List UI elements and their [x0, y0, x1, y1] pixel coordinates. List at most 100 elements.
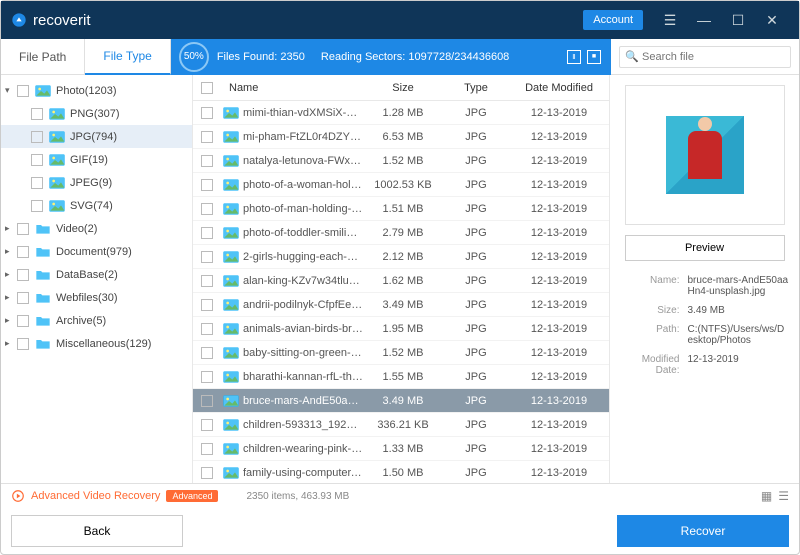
tree-item[interactable]: PNG(307)	[1, 102, 192, 125]
tree-checkbox[interactable]	[17, 292, 29, 304]
file-type: JPG	[443, 107, 509, 119]
tree-item[interactable]: ▸Video(2)	[1, 217, 192, 240]
search-input[interactable]	[619, 46, 791, 68]
list-view-icon[interactable]: ☰	[778, 489, 789, 503]
tree-checkbox[interactable]	[17, 315, 29, 327]
tree-item[interactable]: GIF(19)	[1, 148, 192, 171]
tab-file-type[interactable]: File Type	[85, 39, 170, 75]
tree-checkbox[interactable]	[17, 338, 29, 350]
pause-scan-button[interactable]: Ⅱ	[567, 50, 581, 64]
file-row[interactable]: photo-of-man-holding-a-book-92702...1.51…	[193, 197, 609, 221]
image-file-icon	[223, 107, 239, 119]
file-row[interactable]: mimi-thian-vdXMSiX-n6M-unsplash.jpg1.28 …	[193, 101, 609, 125]
file-name: photo-of-toddler-smiling-1912868.jpg	[243, 227, 363, 239]
file-checkbox[interactable]	[201, 371, 213, 383]
maximize-icon[interactable]: ☐	[721, 1, 755, 39]
file-row[interactable]: alan-king-KZv7w34tluA-unsplash.jpg1.62 M…	[193, 269, 609, 293]
tree-item[interactable]: ▸Webfiles(30)	[1, 286, 192, 309]
file-row[interactable]: photo-of-a-woman-holding-an-ipad-7...100…	[193, 173, 609, 197]
file-date: 12-13-2019	[509, 155, 609, 167]
preview-button[interactable]: Preview	[625, 235, 785, 261]
advanced-video-recovery-link[interactable]: Advanced Video Recovery Advanced	[11, 489, 218, 503]
select-all-checkbox[interactable]	[201, 82, 213, 94]
file-checkbox[interactable]	[201, 299, 213, 311]
file-name: mimi-thian-vdXMSiX-n6M-unsplash.jpg	[243, 107, 363, 119]
file-checkbox[interactable]	[201, 347, 213, 359]
file-checkbox[interactable]	[201, 155, 213, 167]
sidebar-tree[interactable]: ▾Photo(1203)PNG(307)JPG(794)GIF(19)JPEG(…	[1, 75, 193, 483]
close-icon[interactable]: ✕	[755, 1, 789, 39]
file-checkbox[interactable]	[201, 251, 213, 263]
file-row[interactable]: children-593313_1920.jpg336.21 KBJPG12-1…	[193, 413, 609, 437]
tree-item[interactable]: ▾Photo(1203)	[1, 79, 192, 102]
tree-checkbox[interactable]	[17, 269, 29, 281]
image-file-icon	[223, 371, 239, 383]
file-row[interactable]: family-using-computer.jpg1.50 MBJPG12-13…	[193, 461, 609, 483]
file-row[interactable]: animals-avian-birds-branch-459326.j...1.…	[193, 317, 609, 341]
items-count: 2350 items, 463.93 MB	[246, 491, 349, 502]
col-size[interactable]: Size	[363, 82, 443, 94]
tree-item[interactable]: JPEG(9)	[1, 171, 192, 194]
file-name: natalya-letunova-FWxEbL34i4Y-unspl...	[243, 155, 363, 167]
file-checkbox[interactable]	[201, 131, 213, 143]
file-checkbox[interactable]	[201, 107, 213, 119]
account-button[interactable]: Account	[583, 10, 643, 30]
file-checkbox[interactable]	[201, 203, 213, 215]
tree-checkbox[interactable]	[31, 131, 43, 143]
tree-item[interactable]: ▸Document(979)	[1, 240, 192, 263]
file-checkbox[interactable]	[201, 395, 213, 407]
file-checkbox[interactable]	[201, 227, 213, 239]
image-file-icon	[223, 227, 239, 239]
file-name: photo-of-a-woman-holding-an-ipad-7...	[243, 179, 363, 191]
col-type[interactable]: Type	[443, 82, 509, 94]
tree-checkbox[interactable]	[17, 246, 29, 258]
tree-checkbox[interactable]	[17, 85, 29, 97]
image-file-icon	[223, 299, 239, 311]
file-type: JPG	[443, 179, 509, 191]
file-date: 12-13-2019	[509, 299, 609, 311]
file-checkbox[interactable]	[201, 323, 213, 335]
file-row[interactable]: andrii-podilnyk-CfpfEeaDg1I-unsplas...3.…	[193, 293, 609, 317]
col-name[interactable]: Name	[223, 82, 363, 94]
image-file-icon	[223, 155, 239, 167]
image-file-icon	[223, 131, 239, 143]
file-row[interactable]: bharathi-kannan-rfL-thiRzDs-unsplas...1.…	[193, 365, 609, 389]
file-row[interactable]: mi-pham-FtZL0r4DZYk-unsplash.jpg6.53 MBJ…	[193, 125, 609, 149]
tree-checkbox[interactable]	[17, 223, 29, 235]
file-checkbox[interactable]	[201, 275, 213, 287]
file-checkbox[interactable]	[201, 467, 213, 479]
tree-item[interactable]: JPG(794)	[1, 125, 192, 148]
tree-checkbox[interactable]	[31, 200, 43, 212]
file-row[interactable]: bruce-mars-AndE50aaHn4-unsplash....3.49 …	[193, 389, 609, 413]
detail-name: bruce-mars-AndE50aaHn4-unsplash.jpg	[688, 275, 790, 297]
file-name: bruce-mars-AndE50aaHn4-unsplash....	[243, 395, 363, 407]
file-type: JPG	[443, 155, 509, 167]
tree-item[interactable]: ▸Archive(5)	[1, 309, 192, 332]
file-row[interactable]: natalya-letunova-FWxEbL34i4Y-unspl...1.5…	[193, 149, 609, 173]
tree-item[interactable]: SVG(74)	[1, 194, 192, 217]
grid-view-icon[interactable]: ▦	[761, 489, 772, 503]
file-date: 12-13-2019	[509, 347, 609, 359]
tree-checkbox[interactable]	[31, 108, 43, 120]
file-checkbox[interactable]	[201, 419, 213, 431]
file-checkbox[interactable]	[201, 179, 213, 191]
back-button[interactable]: Back	[11, 515, 183, 547]
col-date[interactable]: Date Modified	[509, 82, 609, 94]
file-row[interactable]: baby-sitting-on-green-grass-beside-...1.…	[193, 341, 609, 365]
stop-scan-button[interactable]: ■	[587, 50, 601, 64]
recover-button[interactable]: Recover	[617, 515, 789, 547]
tree-item[interactable]: ▸Miscellaneous(129)	[1, 332, 192, 355]
file-type: JPG	[443, 227, 509, 239]
file-row[interactable]: photo-of-toddler-smiling-1912868.jpg2.79…	[193, 221, 609, 245]
file-checkbox[interactable]	[201, 443, 213, 455]
tree-checkbox[interactable]	[31, 177, 43, 189]
video-icon	[11, 489, 25, 503]
file-row[interactable]: 2-girls-hugging-each-other-outdoor-...2.…	[193, 245, 609, 269]
minimize-icon[interactable]: —	[687, 1, 721, 39]
tree-checkbox[interactable]	[31, 154, 43, 166]
menu-icon[interactable]: ☰	[653, 1, 687, 39]
tree-item[interactable]: ▸DataBase(2)	[1, 263, 192, 286]
file-row[interactable]: children-wearing-pink-ball-dress-360...1…	[193, 437, 609, 461]
file-size: 1002.53 KB	[363, 179, 443, 191]
tab-file-path[interactable]: File Path	[1, 39, 85, 75]
